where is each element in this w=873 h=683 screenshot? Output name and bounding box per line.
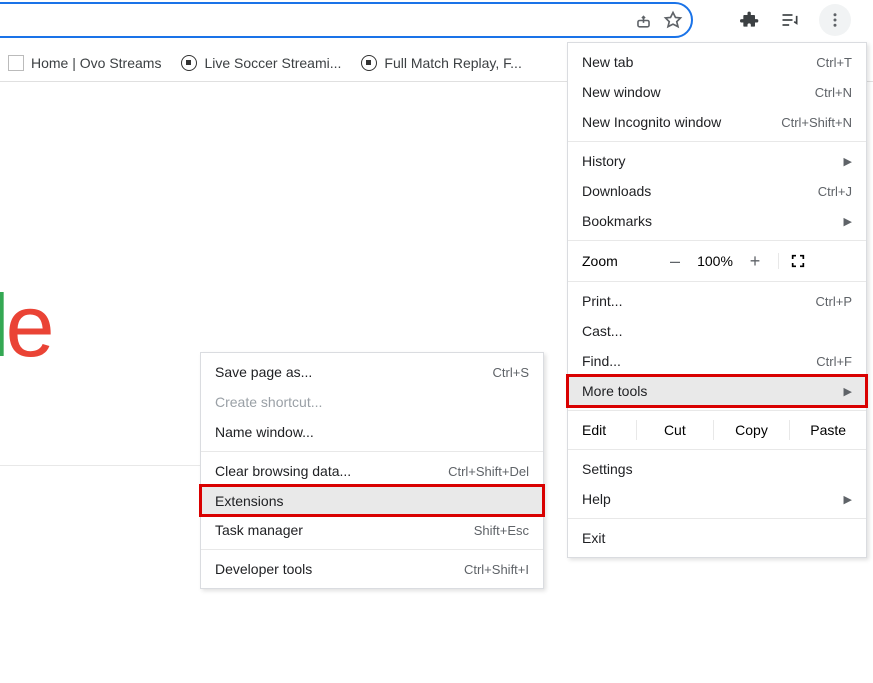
separator	[568, 449, 866, 450]
separator	[568, 141, 866, 142]
submenu-task-manager[interactable]: Task manager Shift+Esc	[201, 515, 543, 545]
menu-more-tools[interactable]: More tools ▶	[566, 374, 868, 408]
cut-button[interactable]: Cut	[636, 420, 713, 440]
bookmark-item[interactable]: Live Soccer Streami...	[181, 55, 341, 71]
menu-shortcut: Ctrl+Shift+N	[781, 115, 852, 130]
menu-label: Downloads	[582, 183, 651, 199]
submenu-name-window[interactable]: Name window...	[201, 417, 543, 447]
separator	[201, 549, 543, 550]
menu-label: Print...	[582, 293, 622, 309]
menu-label: Task manager	[215, 522, 303, 538]
soccer-icon	[181, 55, 197, 71]
menu-edit-row: Edit Cut Copy Paste	[568, 415, 866, 445]
separator	[568, 410, 866, 411]
extensions-puzzle-icon[interactable]	[739, 9, 761, 31]
menu-label: New tab	[582, 54, 633, 70]
chevron-right-icon: ▶	[844, 155, 852, 168]
bookmark-label: Full Match Replay, F...	[384, 55, 521, 71]
menu-label: Name window...	[215, 424, 314, 440]
menu-label: New Incognito window	[582, 114, 721, 130]
copy-button[interactable]: Copy	[713, 420, 790, 440]
submenu-save-page[interactable]: Save page as... Ctrl+S	[201, 357, 543, 387]
edit-label: Edit	[568, 422, 636, 438]
menu-label: New window	[582, 84, 661, 100]
menu-label: Developer tools	[215, 561, 312, 577]
menu-shortcut: Ctrl+S	[493, 365, 529, 380]
toolbar-right	[703, 0, 873, 40]
google-logo-fragment: le	[0, 275, 51, 377]
menu-new-window[interactable]: New window Ctrl+N	[568, 77, 866, 107]
submenu-developer-tools[interactable]: Developer tools Ctrl+Shift+I	[201, 554, 543, 584]
menu-label: Save page as...	[215, 364, 312, 380]
menu-label: Create shortcut...	[215, 394, 322, 410]
fullscreen-icon[interactable]	[778, 253, 806, 269]
separator	[568, 518, 866, 519]
menu-label: Exit	[582, 530, 605, 546]
menu-label: Settings	[582, 461, 633, 477]
address-bar[interactable]	[0, 2, 693, 38]
menu-label: Help	[582, 491, 611, 507]
separator	[568, 240, 866, 241]
paste-button[interactable]: Paste	[789, 420, 866, 440]
separator	[568, 281, 866, 282]
menu-label: Cast...	[582, 323, 622, 339]
menu-settings[interactable]: Settings	[568, 454, 866, 484]
menu-shortcut: Ctrl+J	[818, 184, 852, 199]
zoom-in-button[interactable]: +	[740, 251, 770, 272]
menu-label: More tools	[582, 383, 647, 399]
zoom-value: 100%	[690, 253, 740, 269]
menu-shortcut: Ctrl+N	[815, 85, 852, 100]
menu-downloads[interactable]: Downloads Ctrl+J	[568, 176, 866, 206]
menu-shortcut: Ctrl+Shift+Del	[448, 464, 529, 479]
menu-label: Bookmarks	[582, 213, 652, 229]
submenu-extensions[interactable]: Extensions	[199, 484, 545, 517]
zoom-label: Zoom	[582, 253, 660, 269]
bookmark-item[interactable]: Home | Ovo Streams	[8, 55, 161, 71]
menu-incognito[interactable]: New Incognito window Ctrl+Shift+N	[568, 107, 866, 137]
menu-shortcut: Ctrl+Shift+I	[464, 562, 529, 577]
menu-label: Clear browsing data...	[215, 463, 351, 479]
menu-history[interactable]: History ▶	[568, 146, 866, 176]
menu-shortcut: Ctrl+F	[816, 354, 852, 369]
more-menu-button[interactable]	[819, 4, 851, 36]
submenu-clear-data[interactable]: Clear browsing data... Ctrl+Shift+Del	[201, 456, 543, 486]
menu-label: Extensions	[215, 493, 283, 509]
menu-shortcut: Shift+Esc	[474, 523, 529, 538]
soccer-icon	[361, 55, 377, 71]
page-icon	[8, 55, 24, 71]
reading-list-icon[interactable]	[779, 9, 801, 31]
chevron-right-icon: ▶	[844, 385, 852, 398]
chrome-main-menu: New tab Ctrl+T New window Ctrl+N New Inc…	[567, 42, 867, 558]
logo-letter-e: e	[6, 276, 51, 375]
bookmark-label: Live Soccer Streami...	[204, 55, 341, 71]
menu-bookmarks[interactable]: Bookmarks ▶	[568, 206, 866, 236]
menu-shortcut: Ctrl+T	[816, 55, 852, 70]
menu-zoom: Zoom – 100% +	[568, 245, 866, 277]
menu-find[interactable]: Find... Ctrl+F	[568, 346, 866, 376]
menu-label: History	[582, 153, 626, 169]
bookmark-item[interactable]: Full Match Replay, F...	[361, 55, 521, 71]
submenu-create-shortcut: Create shortcut...	[201, 387, 543, 417]
chevron-right-icon: ▶	[844, 493, 852, 506]
menu-help[interactable]: Help ▶	[568, 484, 866, 514]
bookmark-star-icon[interactable]	[663, 10, 683, 30]
chevron-right-icon: ▶	[844, 215, 852, 228]
menu-shortcut: Ctrl+P	[816, 294, 852, 309]
share-icon[interactable]	[633, 10, 653, 30]
menu-new-tab[interactable]: New tab Ctrl+T	[568, 47, 866, 77]
bookmark-label: Home | Ovo Streams	[31, 55, 161, 71]
separator	[201, 451, 543, 452]
more-tools-submenu: Save page as... Ctrl+S Create shortcut..…	[200, 352, 544, 589]
menu-exit[interactable]: Exit	[568, 523, 866, 553]
menu-label: Find...	[582, 353, 621, 369]
zoom-out-button[interactable]: –	[660, 251, 690, 272]
menu-print[interactable]: Print... Ctrl+P	[568, 286, 866, 316]
menu-cast[interactable]: Cast...	[568, 316, 866, 346]
